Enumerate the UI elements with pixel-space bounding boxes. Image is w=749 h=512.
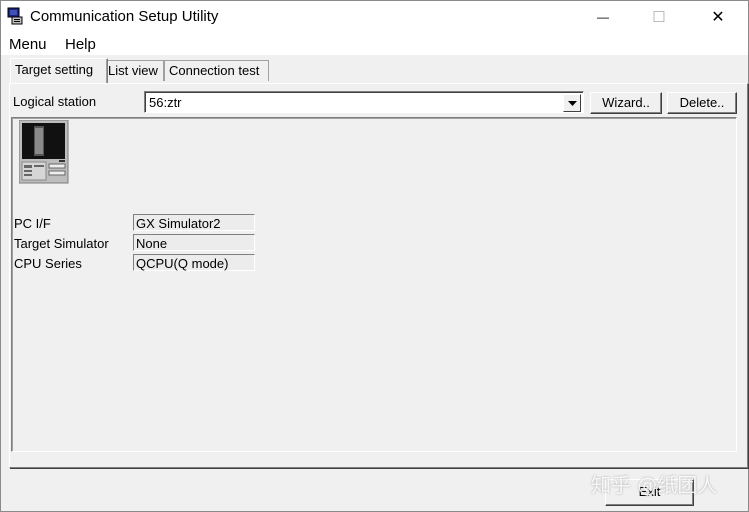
- tab-list-view[interactable]: List view: [103, 60, 164, 81]
- tab-label: Target setting: [15, 62, 94, 77]
- chevron-down-icon: [567, 100, 577, 106]
- plc-monitor-icon: [19, 120, 69, 184]
- pc-if-value: GX Simulator2: [133, 214, 255, 231]
- close-icon: ✕: [711, 9, 725, 26]
- logical-station-label: Logical station: [13, 94, 97, 109]
- cpu-series-label: CPU Series: [14, 256, 82, 271]
- tab-connection-test[interactable]: Connection test: [164, 60, 269, 81]
- pc-if-label: PC I/F: [14, 216, 51, 231]
- menu-bar: Menu Help: [1, 33, 748, 55]
- app-computer-icon: [7, 7, 23, 25]
- delete-button[interactable]: Delete..: [667, 92, 737, 114]
- logical-station-select[interactable]: 56:ztr: [144, 91, 584, 113]
- maximize-button[interactable]: ☐: [636, 1, 682, 33]
- cpu-series-value: QCPU(Q mode): [133, 254, 255, 271]
- menu-item-menu[interactable]: Menu: [9, 36, 47, 53]
- target-detail-panel: [11, 117, 737, 452]
- window-title: Communication Setup Utility: [30, 8, 219, 25]
- dropdown-button[interactable]: [563, 94, 581, 112]
- tab-label: Connection test: [169, 63, 260, 78]
- watermark-text: 知乎 @纸团人: [591, 473, 718, 497]
- minimize-button[interactable]: —: [580, 1, 626, 33]
- target-simulator-value: None: [133, 234, 255, 251]
- logical-station-value: 56:ztr: [149, 95, 182, 110]
- menu-item-help[interactable]: Help: [65, 36, 96, 53]
- minimize-icon: —: [597, 10, 609, 24]
- target-simulator-label: Target Simulator: [14, 236, 109, 251]
- wizard-button[interactable]: Wizard..: [590, 92, 662, 114]
- title-bar[interactable]: Communication Setup Utility — ☐ ✕: [1, 1, 748, 33]
- tab-target-setting[interactable]: Target setting: [10, 58, 108, 83]
- tab-label: List view: [108, 63, 158, 78]
- close-button[interactable]: ✕: [695, 1, 741, 33]
- maximize-icon: ☐: [652, 9, 666, 26]
- app-window: Communication Setup Utility — ☐ ✕ Menu H…: [0, 0, 749, 512]
